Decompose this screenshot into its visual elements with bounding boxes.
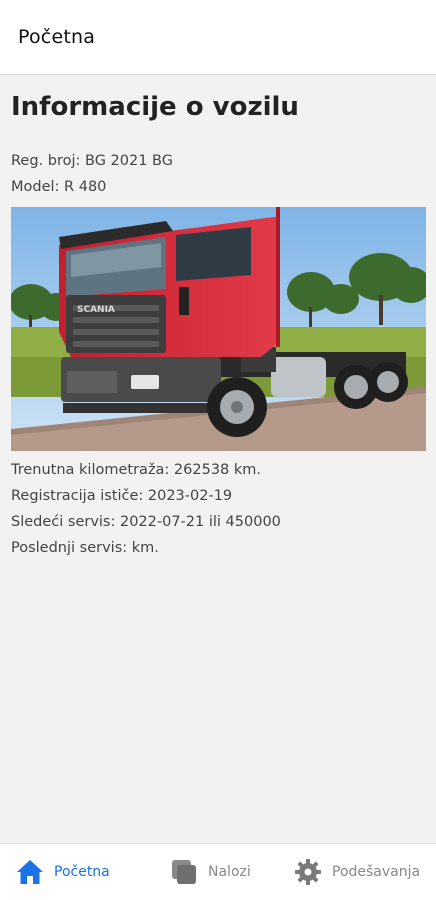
- gear-icon: [293, 857, 323, 887]
- last-service-text: Poslednji servis: km.: [11, 540, 159, 556]
- tab-settings-label: Podešavanja: [332, 864, 421, 880]
- tab-orders-label: Nalozi: [208, 864, 251, 880]
- tab-home[interactable]: Početna: [15, 844, 110, 900]
- orders-icon: [169, 857, 199, 887]
- truck-photo: SCANIA: [11, 207, 426, 451]
- tab-home-label: Početna: [54, 864, 110, 880]
- tab-settings[interactable]: Podešavanja: [293, 844, 420, 900]
- home-icon: [15, 857, 45, 887]
- reg-number-text: Reg. broj: BG 2021 BG: [11, 153, 173, 169]
- next-service-text: Sledeći servis: 2022-07-21 ili 450000: [11, 514, 281, 530]
- header-title: Početna: [18, 26, 96, 48]
- page-title: Informacije o vozilu: [11, 92, 299, 122]
- current-mileage-text: Trenutna kilometraža: 262538 km.: [11, 462, 262, 478]
- bottom-tab-bar: Početna Nalozi Podešavanja: [0, 843, 436, 900]
- registration-expires-text: Registracija ističe: 2023-02-19: [11, 488, 233, 504]
- tab-orders[interactable]: Nalozi: [169, 844, 251, 900]
- truck-badge-text: SCANIA: [77, 305, 115, 315]
- app-header: Početna: [0, 0, 436, 75]
- model-text: Model: R 480: [11, 179, 107, 195]
